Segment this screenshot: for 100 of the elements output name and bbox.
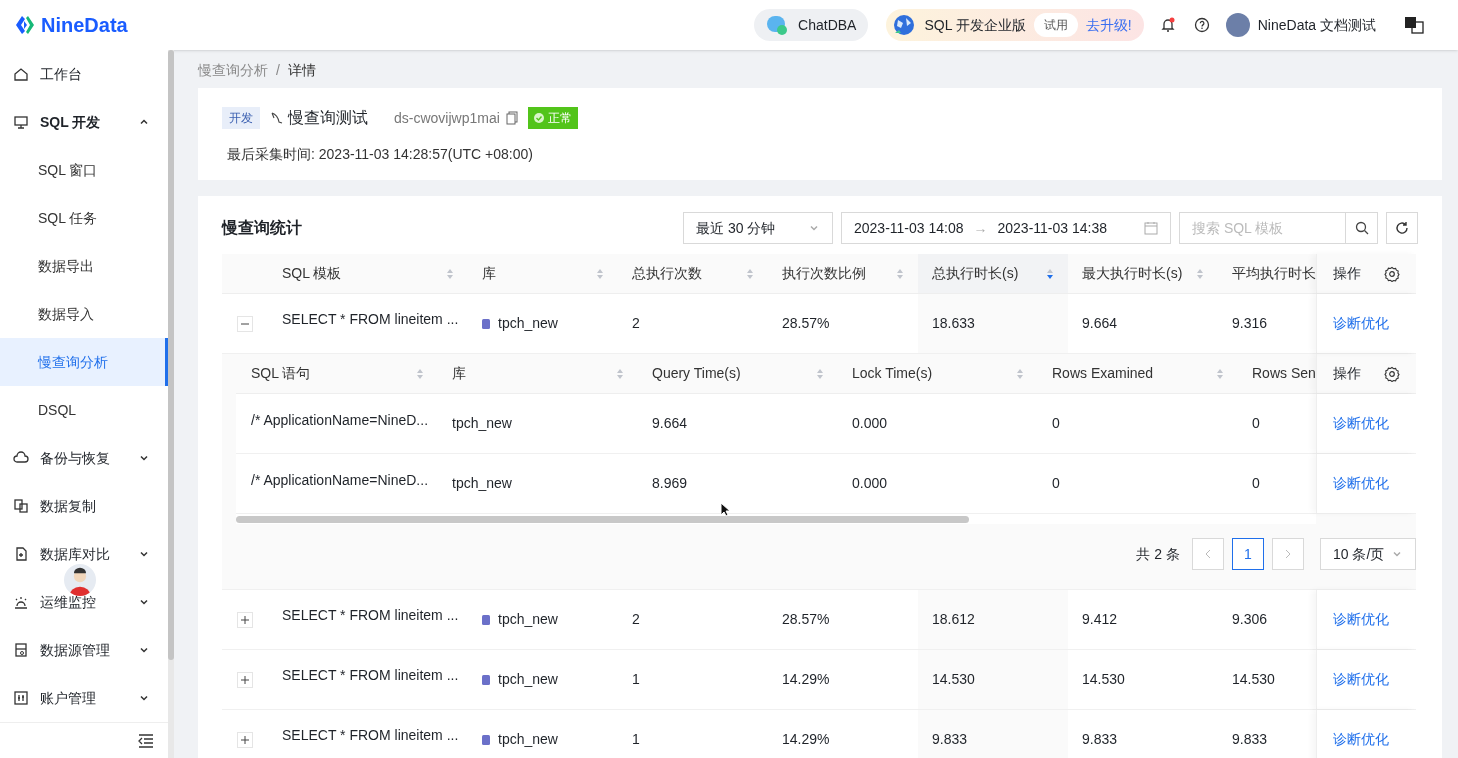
- table-cell-text: 9.316: [1232, 314, 1268, 333]
- sidebar-item[interactable]: 运维监控: [0, 578, 168, 626]
- database-icon: [482, 614, 490, 625]
- settings-icon[interactable]: [1384, 265, 1400, 282]
- search-button[interactable]: [1346, 212, 1378, 244]
- copy-icon: [13, 498, 29, 514]
- table-cell-text: SELECT * FROM lineitem ...: [282, 726, 459, 745]
- ai-icon: [766, 14, 789, 36]
- settings-icon[interactable]: [1384, 365, 1400, 382]
- sidebar-item[interactable]: SQL 开发: [0, 98, 168, 146]
- bell-icon[interactable]: [1159, 17, 1176, 33]
- table-cell-text: 9.412: [1082, 610, 1118, 629]
- expand-row-button[interactable]: [237, 611, 253, 628]
- panel-icon: [13, 690, 29, 706]
- edition-banner[interactable]: SQL 开发企业版 试用 去升级!: [886, 9, 1144, 41]
- table-cell-text: 0: [1052, 414, 1060, 433]
- table-cell-text: 9.664: [1082, 314, 1118, 333]
- column-header: 总执行时长(s): [932, 264, 1020, 283]
- sidebar-subitem[interactable]: SQL 窗口: [0, 146, 168, 194]
- table-cell-text: 0: [1252, 414, 1260, 433]
- table-cell-text: 2: [632, 314, 640, 333]
- column-header: Rows Sen: [1252, 364, 1316, 383]
- sidebar-item[interactable]: 账户管理: [0, 674, 168, 722]
- search-field[interactable]: 搜索 SQL 模板: [1179, 212, 1346, 244]
- collapse-row-button[interactable]: [237, 315, 253, 332]
- collapse-icon[interactable]: [138, 733, 154, 748]
- status-badge: 正常: [527, 107, 578, 129]
- table-cell-text: SELECT * FROM lineitem ...: [282, 606, 459, 625]
- table-cell-text: tpch_new: [452, 474, 512, 493]
- table-cell-text: 28.57%: [782, 314, 830, 333]
- next-page-button[interactable]: [1272, 538, 1304, 570]
- table-cell-text: 9.833: [1232, 730, 1268, 749]
- diagnose-link[interactable]: 诊断优化: [1333, 609, 1389, 630]
- table-cell-text: 2: [632, 610, 640, 629]
- diagnose-link[interactable]: 诊断优化: [1333, 669, 1389, 690]
- language-icon[interactable]: [1404, 15, 1424, 35]
- home-icon: [13, 66, 29, 82]
- globe-icon: [892, 13, 917, 37]
- section-title: 慢查询统计: [222, 218, 303, 238]
- diagnose-link[interactable]: 诊断优化: [1333, 473, 1389, 494]
- column-header: Rows Examined: [1052, 364, 1155, 383]
- database-icon: [482, 318, 490, 329]
- sidebar-subitem[interactable]: SQL 任务: [0, 194, 168, 242]
- sidebar-item[interactable]: 备份与恢复: [0, 434, 168, 482]
- cloud-icon: [13, 450, 29, 466]
- refresh-button[interactable]: [1386, 212, 1418, 244]
- sidebar-item[interactable]: 数据源管理: [0, 626, 168, 674]
- plus-icon: [241, 615, 249, 624]
- page-button[interactable]: 1: [1232, 538, 1264, 570]
- table-cell-text: 9.664: [652, 414, 688, 433]
- sidebar-subitem[interactable]: 慢查询分析: [0, 338, 168, 386]
- calendar-icon: [1144, 221, 1158, 235]
- sidebar-item[interactable]: 工作台: [0, 50, 168, 98]
- datasource-name: 慢查询测试: [288, 108, 368, 128]
- upgrade-link[interactable]: 去升级!: [1085, 14, 1132, 36]
- table-cell-text: 8.969: [652, 474, 688, 493]
- column-header: SQL 语句: [251, 364, 312, 383]
- sidebar-item[interactable]: 数据复制: [0, 482, 168, 530]
- help-icon[interactable]: [1193, 17, 1210, 33]
- range-select[interactable]: 最近 30 分钟: [683, 212, 833, 244]
- table-cell-text: tpch_new: [452, 414, 512, 433]
- page-size-select[interactable]: 10 条/页: [1320, 538, 1416, 570]
- database-icon: [482, 734, 490, 745]
- table-cell-text: 1: [632, 730, 640, 749]
- logo-text: NineData: [41, 13, 128, 38]
- chevron-left-icon: [1204, 548, 1212, 560]
- sidebar-subitem[interactable]: DSQL: [0, 386, 168, 434]
- expand-row-button[interactable]: [237, 671, 253, 688]
- column-header: 库: [452, 364, 467, 383]
- date-range-picker[interactable]: 2023-11-03 14:08 → 2023-11-03 14:38: [841, 212, 1171, 244]
- cabinet-icon: [13, 642, 29, 658]
- diagnose-link[interactable]: 诊断优化: [1333, 313, 1389, 334]
- diagnose-link[interactable]: 诊断优化: [1333, 729, 1389, 750]
- previous-page-button[interactable]: [1192, 538, 1224, 570]
- last-collected-time: 最后采集时间: 2023-11-03 14:28:57(UTC +08:00): [226, 145, 534, 164]
- sidebar-subitem[interactable]: 数据导入: [0, 290, 168, 338]
- plus-icon: [241, 675, 249, 684]
- user-name[interactable]: NineData 文档测试: [1257, 14, 1376, 36]
- chatdba-button[interactable]: ChatDBA: [754, 9, 869, 41]
- table-cell-text: 14.530: [932, 670, 975, 689]
- refresh-icon: [1395, 221, 1409, 235]
- table-cell-text: 18.633: [932, 314, 975, 333]
- alarm-icon: [13, 594, 29, 610]
- document-icon: [13, 546, 29, 562]
- chevron-right-icon: [1284, 548, 1292, 560]
- user-avatar[interactable]: [1225, 13, 1250, 37]
- copy-icon[interactable]: [505, 111, 518, 125]
- horizontal-scrollbar[interactable]: [236, 515, 969, 523]
- diagnose-link[interactable]: 诊断优化: [1333, 413, 1389, 434]
- column-header: 最大执行时长(s): [1082, 264, 1184, 283]
- breadcrumb-separator: /: [276, 60, 280, 80]
- sidebar-item[interactable]: 数据库对比: [0, 530, 168, 578]
- scrollbar-thumb[interactable]: [168, 50, 174, 660]
- sidebar-subitem[interactable]: 数据导出: [0, 242, 168, 290]
- sort-icon[interactable]: [1046, 267, 1054, 280]
- edition-label: SQL 开发企业版: [924, 15, 1026, 35]
- breadcrumb-item: 详情: [287, 60, 316, 80]
- date-separator: →: [973, 218, 988, 238]
- expand-row-button[interactable]: [237, 731, 253, 748]
- support-avatar[interactable]: [64, 564, 96, 596]
